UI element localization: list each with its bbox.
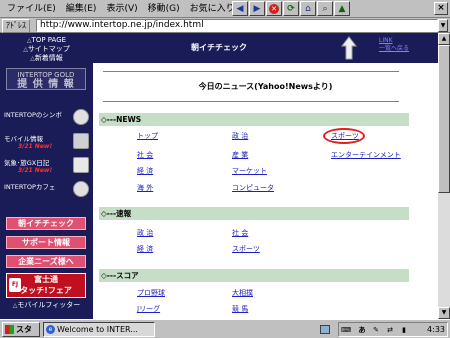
enterprise-button[interactable]: 企業ニーズ様へ [6,255,86,268]
divider [103,101,399,103]
menu-view[interactable]: 表示(V) [101,2,142,16]
link-link[interactable]: LINK [379,37,409,45]
new-badge: 3/21 New! [18,143,53,150]
sidebar-item-weather[interactable]: 気象･旅GX日記 3/21 New! [2,157,91,175]
score-link-sumo[interactable]: 大相撲 [232,289,253,298]
keyboard-icon[interactable]: ⌨ [341,325,351,335]
clock: 4:33 [427,325,445,334]
score-link-horse-racing[interactable]: 競 馬 [232,305,248,314]
network-icon[interactable]: ⇄ [385,325,395,335]
taskbar: スタート e Welcome to INTER... ⌨ あ ✎ ⇄ ▮ 4:3… [0,319,450,338]
scroll-up-icon[interactable]: ▲ [438,33,450,45]
fujitsu-logo-icon: FJ [9,278,21,292]
news-link-market[interactable]: マーケット [232,167,267,176]
sidebar-link-label: TOP PAGE [31,36,67,44]
sidebar-link-sitemap[interactable]: △サイトマップ [0,45,93,54]
score-link-jleague[interactable]: Jリーグ [137,305,160,314]
divider [103,71,399,73]
menu-bar: ファイル(E) 編集(E) 表示(V) 移動(G) お気に入り(A) [2,2,253,16]
chevron-down-icon[interactable]: ▼ [438,19,448,32]
score-link-baseball[interactable]: プロ野球 [137,289,165,298]
vertical-scrollbar[interactable]: ▲ ▼ [438,33,450,319]
menu-go[interactable]: 移動(G) [143,2,185,16]
notebook-icon [73,157,89,173]
breaking-link-society[interactable]: 社 会 [232,229,248,238]
taskbar-task-browser[interactable]: e Welcome to INTER... [43,322,155,337]
search-icon[interactable]: ⌕ [317,1,333,16]
news-link-society[interactable]: 社 会 [137,151,153,160]
scroll-down-icon[interactable]: ▼ [438,307,450,319]
news-link-computer[interactable]: コンピュータ [232,184,274,193]
sidebar-link-label: モバイルフィッター [17,301,81,309]
highlight-circle [323,128,365,144]
windows-logo-icon [5,325,14,334]
menu-file[interactable]: ファイル(E) [2,2,61,16]
header-band: 朝イチチェック LINK 一覧へ戻る [93,33,438,63]
section-score-header: ◇---スコア [99,269,409,282]
news-link-entertainment[interactable]: エンターテインメント [331,151,401,160]
address-bar: ｱﾄﾞﾚｽ http://www.intertop.ne.jp/index.ht… [0,18,450,33]
sidebar-item-mobile[interactable]: モバイル情報 3/21 New! [2,133,91,151]
news-link-overseas[interactable]: 海 外 [137,184,153,193]
section-breaking-header: ◇---速報 [99,207,409,220]
sidebar-link-label: サイトマップ [27,45,70,53]
info-button-label: 提 供 情 報 [17,79,75,90]
breaking-link-sports[interactable]: スポーツ [232,245,260,254]
menu-toolbar: ファイル(E) 編集(E) 表示(V) 移動(G) お気に入り(A) ◀ ▶ ✕… [0,0,450,18]
sidebar-item-symbol[interactable]: INTERTOPのシンボ [2,109,91,127]
forward-arrow-icon[interactable]: ▶ [249,1,265,16]
up-links: LINK 一覧へ戻る [379,37,409,53]
news-link-industry[interactable]: 産 業 [232,151,248,160]
sidebar-link-label: 新着情報 [34,54,63,62]
task-label: Welcome to INTER... [57,325,138,334]
sidebar-item-label: INTERTOPのシンボ [4,111,62,119]
support-info-button[interactable]: サポート情報 [6,236,86,249]
start-button[interactable]: スタート [2,322,40,337]
cup-icon [73,181,89,197]
browser-icon: e [46,325,55,334]
battery-icon[interactable]: ▮ [399,325,409,335]
sidebar-link-news[interactable]: △新着情報 [0,54,93,63]
sidebar-item-cafe[interactable]: INTERTOPカフェ [2,181,91,199]
fujitsu-touch-fair-banner[interactable]: FJ 富士通 タッチ!フェア [6,273,86,298]
symbol-icon [73,109,89,125]
sidebar-item-label: モバイル情報 [4,135,43,143]
new-badge: 3/21 New! [18,167,53,174]
address-label: ｱﾄﾞﾚｽ [2,19,30,33]
back-to-list-link[interactable]: 一覧へ戻る [379,45,409,53]
news-heading: 今日のニュース(Yahoo!Newsより) [198,82,333,91]
favorites-icon[interactable]: ▲ [334,1,350,16]
morning-check-button[interactable]: 朝イチチェック [6,217,86,230]
address-input[interactable]: http://www.intertop.ne.jp/index.html [36,19,438,32]
phone-icon [73,133,89,149]
sidebar-item-label: 気象･旅GX日記 [4,159,50,167]
ime-indicator[interactable]: あ [357,325,367,335]
toolbar: ◀ ▶ ✕ ⟳ ⌂ ⌕ ▲ [232,1,350,16]
breaking-link-politics[interactable]: 政 治 [137,229,153,238]
system-tray: ⌨ あ ✎ ⇄ ▮ 4:33 [338,322,448,337]
home-icon[interactable]: ⌂ [300,1,316,16]
sidebar-link-top-page[interactable]: △TOP PAGE [0,36,93,45]
pen-icon[interactable]: ✎ [371,325,381,335]
info-provider-button[interactable]: INTERTOP GOLD 提 供 情 報 [6,68,86,90]
up-arrow-icon[interactable] [341,36,357,60]
start-label: スタート [16,325,32,334]
back-arrow-icon[interactable]: ◀ [232,1,248,16]
news-link-politics[interactable]: 政 治 [232,132,248,141]
refresh-icon[interactable]: ⟳ [283,1,299,16]
sidebar-item-label: INTERTOPカフェ [4,183,56,191]
menu-edit[interactable]: 編集(E) [61,2,102,16]
news-link-top[interactable]: トップ [137,132,158,141]
close-button[interactable]: × [434,2,448,15]
sidebar-link-mobile-fitter[interactable]: △モバイルフィッター [0,301,93,310]
page-title: 朝イチチェック [191,43,247,52]
section-news-header: ◇---NEWS [99,113,409,126]
scroll-thumb[interactable] [438,45,450,193]
desktop-icon[interactable] [320,325,330,334]
stop-icon[interactable]: ✕ [266,1,282,16]
news-link-economy[interactable]: 経 済 [137,167,153,176]
page-content: 朝イチチェック LINK 一覧へ戻る 今日のニュース(Yahoo!Newsより)… [93,33,438,319]
breaking-link-economy[interactable]: 経 済 [137,245,153,254]
sidebar: △TOP PAGE △サイトマップ △新着情報 INTERTOP GOLD 提 … [0,33,93,319]
